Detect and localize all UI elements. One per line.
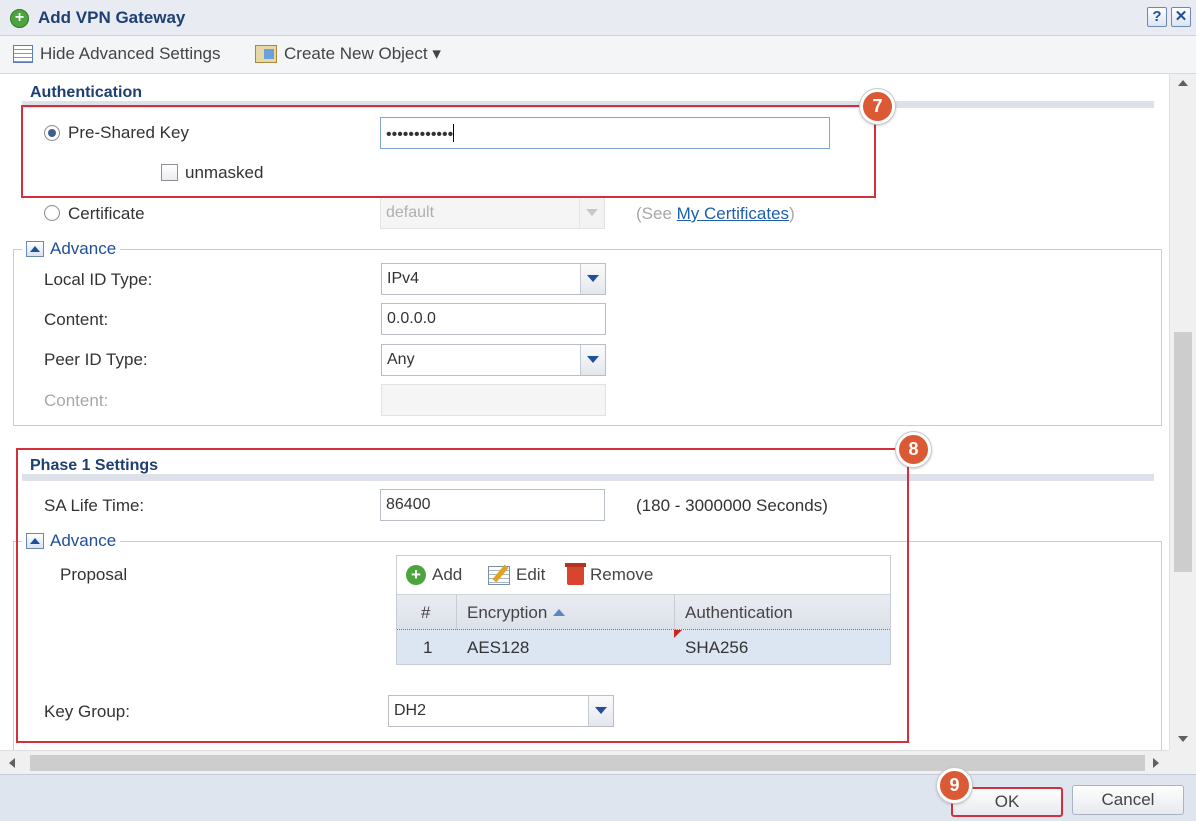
callout-box-7 (21, 105, 876, 198)
create-new-object-menu[interactable]: Create New Object ▾ (255, 44, 441, 64)
object-icon (255, 45, 277, 63)
certificate-label: Certificate (68, 204, 145, 223)
callout-box-8 (16, 448, 909, 743)
help-button[interactable]: ? (1147, 7, 1167, 27)
peer-content-input[interactable] (381, 384, 606, 416)
callout-badge-7: 7 (860, 89, 895, 124)
window-titlebar: + Add VPN Gateway ? ✕ (0, 0, 1196, 36)
auth-advance-toggle[interactable]: Advance (22, 239, 121, 259)
certificate-hint: (See My Certificates) (636, 204, 795, 224)
cancel-button[interactable]: Cancel (1072, 785, 1184, 815)
dialog-footer: OK Cancel 9 (0, 768, 1196, 821)
hide-advanced-settings-label: Hide Advanced Settings (40, 44, 221, 63)
close-button[interactable]: ✕ (1171, 7, 1191, 27)
vertical-scrollbar[interactable] (1169, 74, 1196, 750)
peer-id-type-value: Any (387, 351, 415, 368)
content-input[interactable]: 0.0.0.0 (381, 303, 606, 335)
chevron-down-icon (580, 345, 605, 375)
certificate-hint-open: (See (636, 204, 677, 223)
vertical-scroll-thumb[interactable] (1174, 332, 1192, 572)
create-new-object-label: Create New Object ▾ (284, 44, 441, 63)
toolbar: Hide Advanced Settings Create New Object… (0, 36, 1196, 74)
scroll-left-icon[interactable] (9, 758, 15, 768)
window-title: Add VPN Gateway (38, 8, 186, 27)
auth-advance-legend: Advance (50, 239, 117, 258)
authentication-title: Authentication (30, 84, 142, 101)
local-id-type-select[interactable]: IPv4 (381, 263, 606, 295)
certificate-select-value: default (386, 204, 435, 221)
content-value: 0.0.0.0 (387, 310, 436, 327)
collapse-up-icon (26, 241, 44, 257)
hide-advanced-settings-button[interactable]: Hide Advanced Settings (13, 44, 221, 64)
list-icon (13, 45, 33, 63)
horizontal-scroll-thumb[interactable] (30, 755, 1145, 771)
certificate-radio[interactable] (44, 205, 60, 221)
scrollbar-corner (1169, 750, 1196, 774)
peer-id-type-label: Peer ID Type: (44, 350, 148, 369)
scroll-right-icon[interactable] (1153, 758, 1159, 768)
add-gateway-icon: + (10, 9, 29, 28)
local-id-type-value: IPv4 (387, 270, 420, 287)
content-label: Content: (44, 310, 109, 329)
my-certificates-link[interactable]: My Certificates (677, 204, 789, 223)
form-content: Authentication Pre-Shared Key ••••••••••… (0, 74, 1169, 750)
local-id-type-label: Local ID Type: (44, 270, 153, 289)
callout-badge-8: 8 (896, 432, 931, 467)
certificate-select[interactable]: default (380, 197, 605, 229)
callout-badge-9: 9 (937, 768, 972, 803)
peer-content-label: Content: (44, 391, 109, 410)
scroll-down-icon[interactable] (1178, 736, 1188, 742)
scroll-up-icon[interactable] (1178, 80, 1188, 86)
certificate-hint-close: ) (789, 204, 795, 223)
peer-id-type-select[interactable]: Any (381, 344, 606, 376)
horizontal-scrollbar[interactable] (0, 750, 1169, 774)
chevron-down-icon (579, 198, 604, 228)
chevron-down-icon (580, 264, 605, 294)
